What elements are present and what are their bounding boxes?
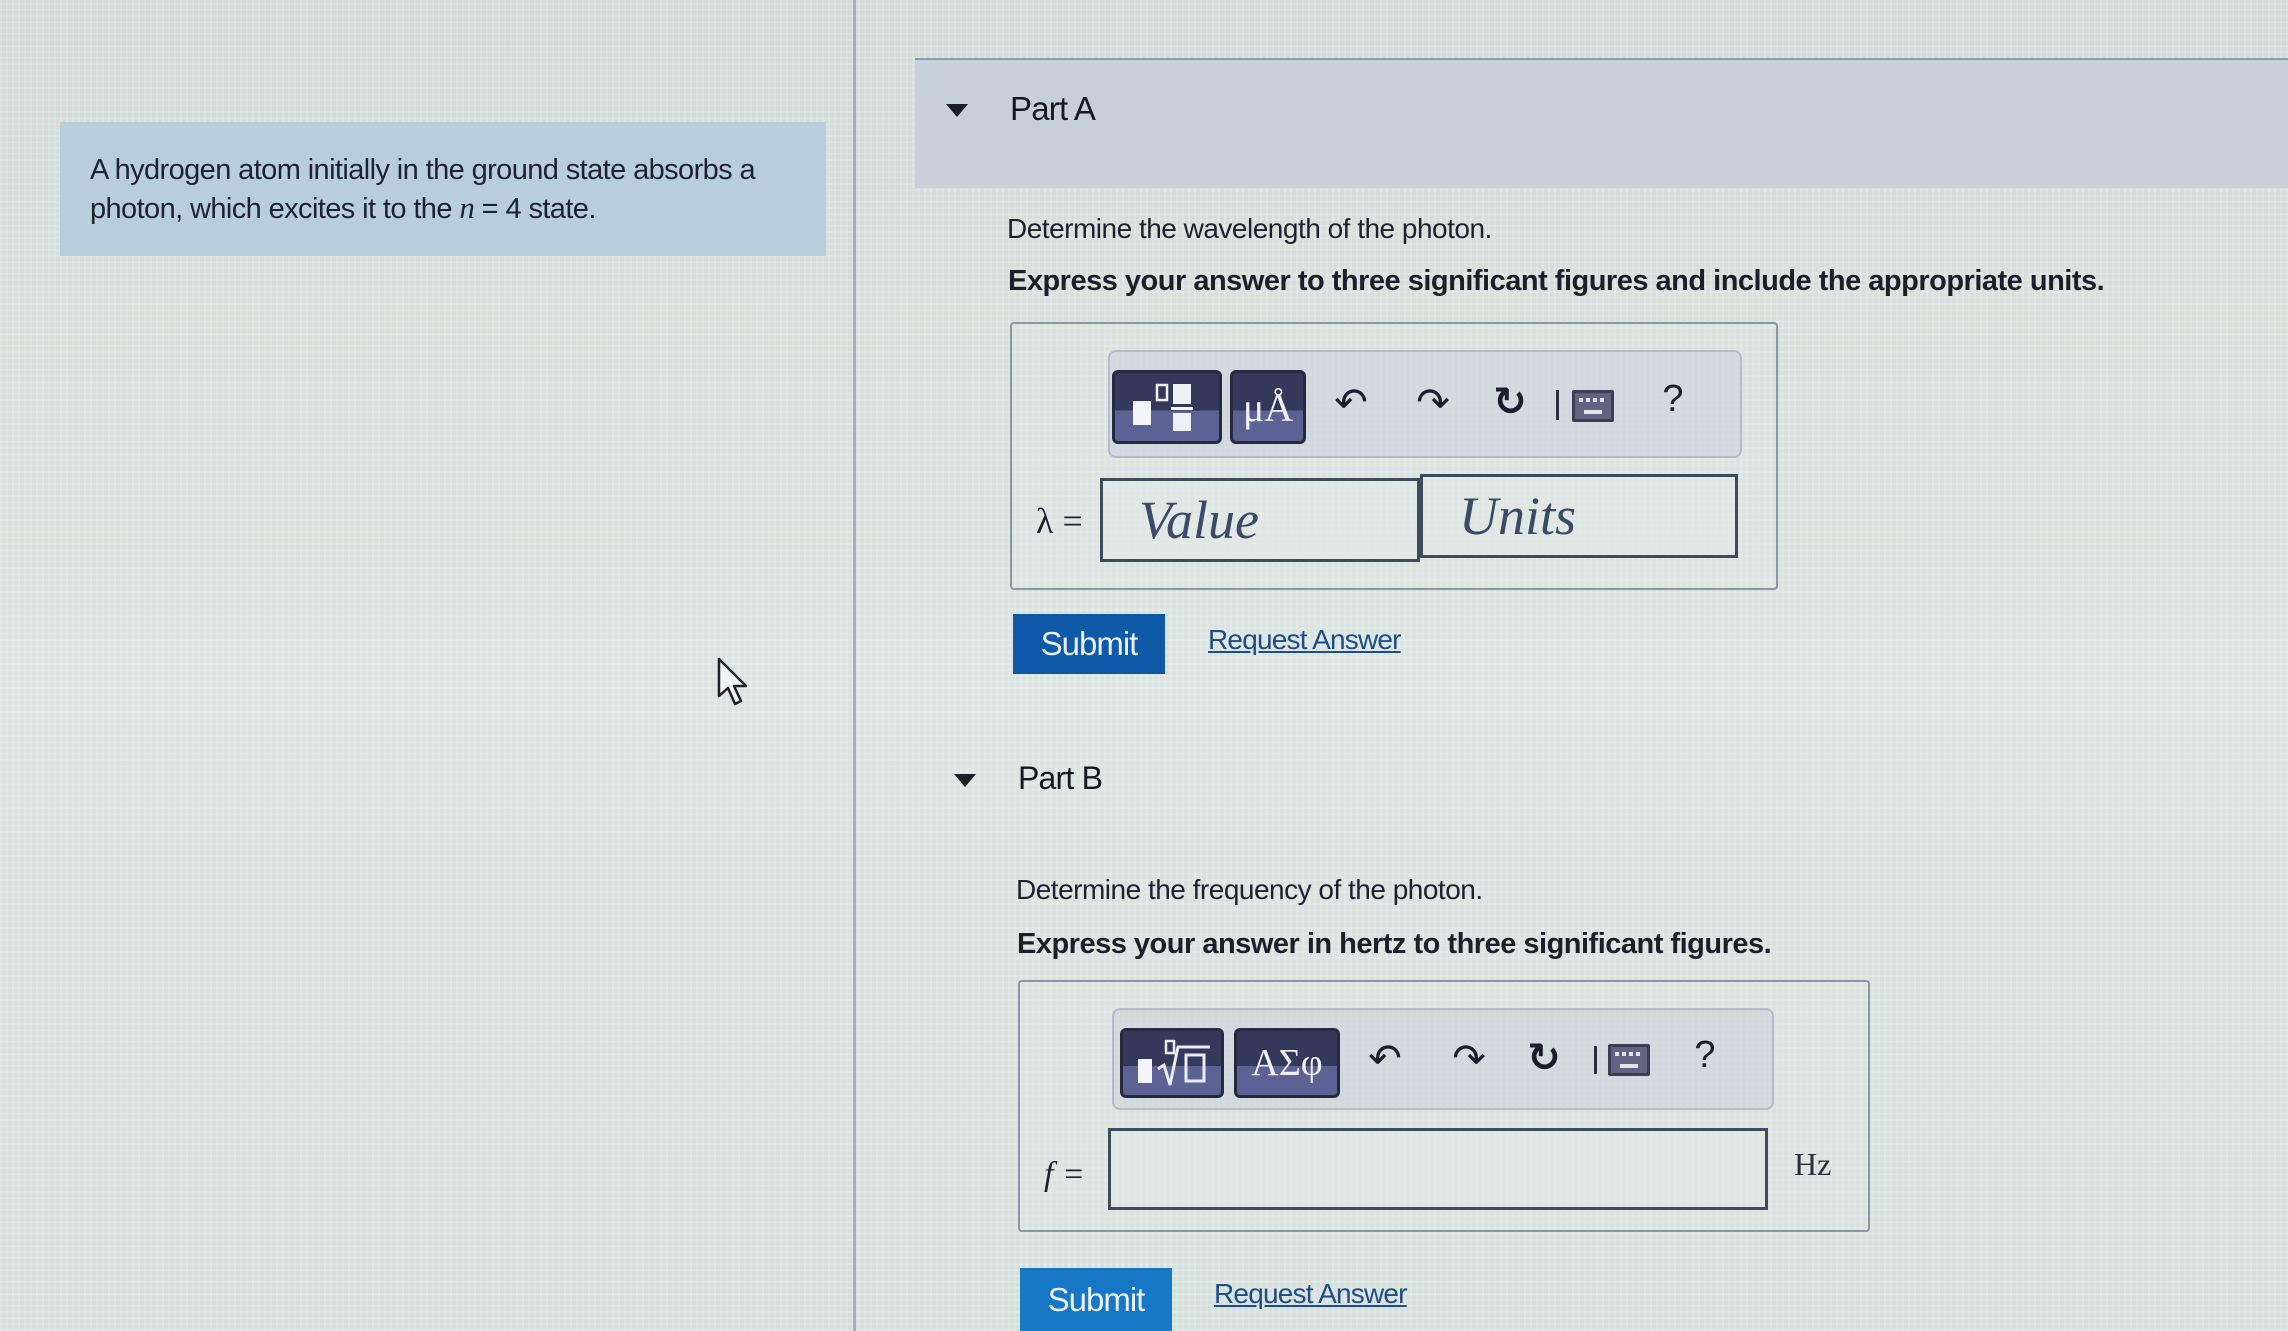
hertz-unit-label: Hz (1794, 1146, 1832, 1182)
templates-button[interactable] (1112, 370, 1222, 444)
help-icon[interactable]: ? (1658, 374, 1688, 424)
wavelength-value-input[interactable] (1100, 478, 1420, 562)
units-button[interactable]: μÅ (1230, 370, 1306, 444)
frequency-value-input[interactable] (1108, 1128, 1768, 1210)
redo-icon[interactable]: ↷ (1412, 378, 1454, 428)
part-a-title: Part A (1010, 90, 1096, 127)
undo-icon[interactable]: ↶ (1364, 1034, 1406, 1084)
part-a-request-answer-link[interactable]: Request Answer (1208, 624, 1402, 656)
redo-icon[interactable]: ↷ (1448, 1034, 1490, 1084)
undo-icon[interactable]: ↶ (1330, 378, 1372, 428)
problem-text-before: A hydrogen atom initially in the ground … (90, 154, 756, 225)
part-b-prompt: Determine the frequency of the photon. (1016, 874, 1483, 905)
part-a-collapse-caret-icon[interactable] (946, 104, 968, 117)
problem-statement: A hydrogen atom initially in the ground … (60, 122, 826, 256)
problem-variable: n (459, 190, 475, 225)
keyboard-icon[interactable] (1572, 390, 1614, 422)
help-icon[interactable]: ? (1690, 1030, 1720, 1080)
lambda-label: λ = (1036, 501, 1083, 541)
reset-icon[interactable]: ↻ (1488, 376, 1532, 428)
part-a-instruction: Express your answer to three significant… (1008, 265, 2105, 297)
problem-text-after: = 4 state. (474, 193, 597, 225)
greek-symbols-button[interactable]: ΑΣφ (1234, 1028, 1340, 1098)
wavelength-units-input[interactable] (1420, 474, 1738, 558)
part-b-submit-button[interactable]: Submit (1020, 1268, 1172, 1331)
part-a-prompt: Determine the wavelength of the photon. (1007, 213, 1492, 244)
part-a-header[interactable] (915, 58, 2288, 188)
part-a-submit-button[interactable]: Submit (1013, 614, 1165, 674)
part-b-collapse-caret-icon[interactable] (954, 774, 976, 787)
keyboard-icon[interactable] (1608, 1044, 1650, 1076)
toolbar-separator (1594, 1046, 1597, 1074)
column-divider (853, 0, 856, 1331)
toolbar-separator (1556, 390, 1559, 420)
part-b-title: Part B (1018, 760, 1103, 796)
mouse-cursor-icon (717, 657, 748, 706)
frequency-label: f = (1044, 1156, 1085, 1193)
templates-button[interactable] (1120, 1028, 1224, 1098)
reset-icon[interactable]: ↻ (1522, 1032, 1566, 1084)
fraction-template-icon (1133, 383, 1193, 431)
radical-template-icon (1138, 1039, 1210, 1086)
part-b-instruction: Express your answer in hertz to three si… (1017, 928, 1772, 960)
part-b-request-answer-link[interactable]: Request Answer (1214, 1278, 1408, 1310)
